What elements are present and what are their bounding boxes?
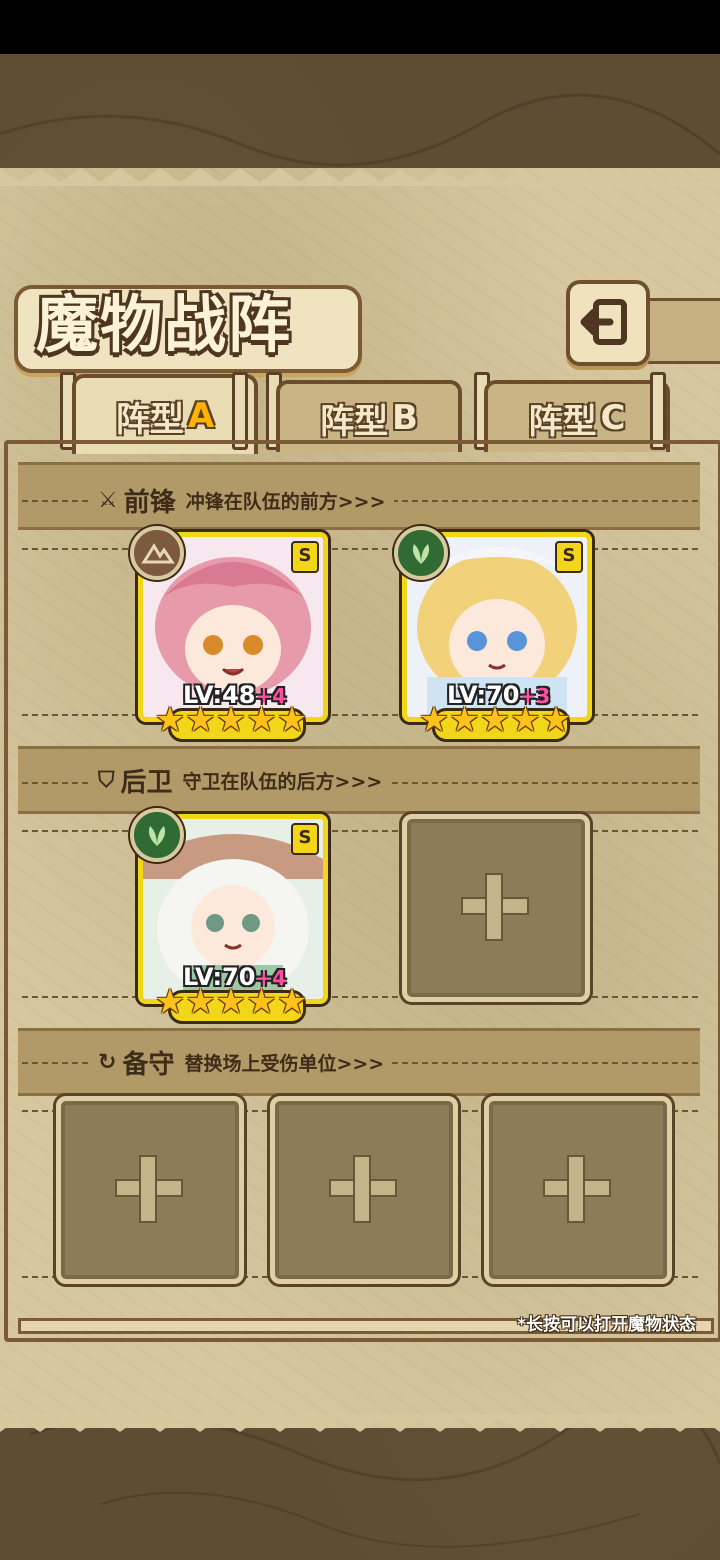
reserve-title: 备守 [122,1049,175,1080]
status-bar [0,0,720,54]
page-title: 魔物战阵 [36,288,293,361]
star-icon: ★ [185,982,216,1022]
rearguard-desc: 守卫在队伍的后方>>> [182,770,383,793]
tab-label: 阵型 [320,401,389,442]
hint-text: *长按可以打开魔物状态 [517,1315,696,1335]
vanguard-title: 前锋 [123,487,176,518]
tab-post [650,372,666,450]
star-rating: ★ ★ ★ ★ ★ [154,700,308,740]
star-icon: ★ [215,700,247,740]
panel-top-edge [0,168,720,186]
rank-badge: S [555,541,583,573]
star-icon: ★ [154,700,186,740]
divider [22,830,698,832]
sword-icon: ⚔ [98,487,118,513]
star-icon: ★ [185,700,216,740]
rearguard-header: ⛉ 后卫 守卫在队伍的后方>>> [90,762,391,798]
reserve-slot-add[interactable] [484,1096,672,1284]
star-icon: ★ [246,700,277,740]
panel-bottom-edge [0,1414,720,1432]
reserve-desc: 替换场上受伤单位>>> [184,1052,385,1075]
tab-letter: A [187,396,215,436]
star-rating: ★ ★ ★ ★ ★ [418,700,572,740]
reserve-slot-add[interactable] [270,1096,458,1284]
earth-icon [130,526,184,580]
tab-label: 阵型 [528,401,597,442]
shield-icon: ⛉ [98,767,115,793]
star-icon: ★ [510,700,541,740]
vanguard-desc: 冲锋在队伍的前方>>> [185,490,386,513]
back-arrow-icon [580,299,627,345]
divider [22,714,698,716]
leaf-icon [130,808,184,862]
rearguard-title: 后卫 [120,767,173,798]
tab-post [232,372,248,450]
star-icon: ★ [215,982,247,1022]
empty-slot-add[interactable] [402,814,590,1002]
vanguard-header: ⚔ 前锋 冲锋在队伍的前方>>> [90,482,394,518]
star-icon: ★ [418,700,450,740]
star-icon: ★ [154,982,186,1022]
leaf-icon [394,526,448,580]
reserve-slot-add[interactable] [56,1096,244,1284]
back-button-bar [640,298,720,364]
star-icon: ★ [276,700,308,740]
reserve-header: ↻ 备守 替换场上受伤单位>>> [90,1044,393,1080]
star-icon: ★ [479,700,511,740]
rank-badge: S [291,823,319,855]
rank-badge: S [291,541,319,573]
divider [22,548,698,550]
tab-letter: C [600,398,626,438]
swap-icon: ↻ [98,1049,117,1075]
divider [22,996,698,998]
tab-label: 阵型 [115,399,184,440]
star-icon: ★ [540,700,572,740]
back-button[interactable] [566,280,650,366]
star-icon: ★ [246,982,277,1022]
star-icon: ★ [276,982,308,1022]
star-icon: ★ [449,700,480,740]
tab-letter: B [392,398,418,438]
star-rating: ★ ★ ★ ★ ★ [154,982,308,1022]
